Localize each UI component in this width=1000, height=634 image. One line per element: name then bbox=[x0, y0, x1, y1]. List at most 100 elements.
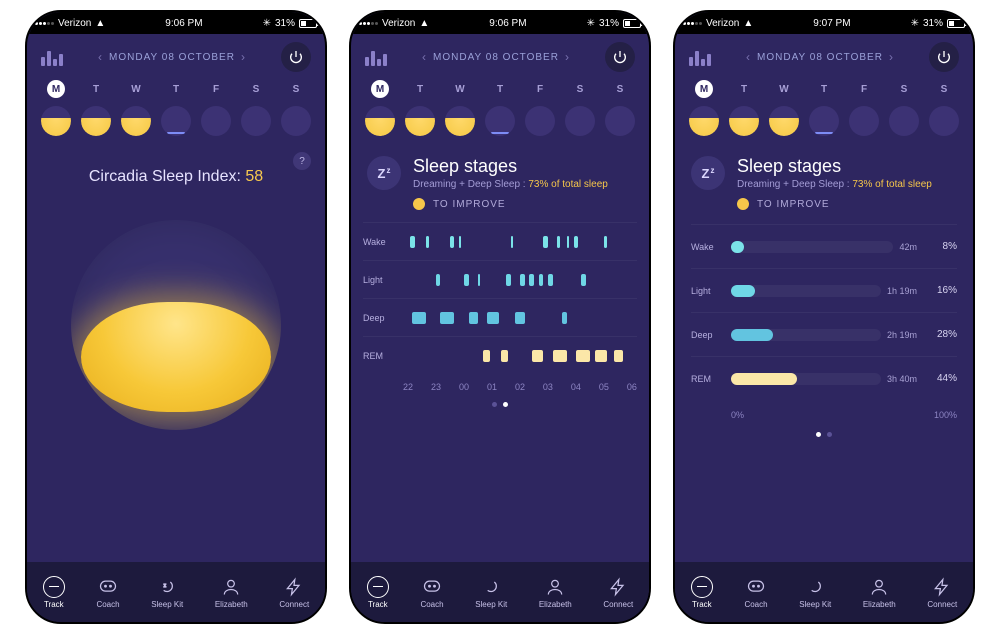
nav-sleepkit[interactable]: Sleep Kit bbox=[799, 576, 831, 609]
sleep-bars-chart[interactable]: Wake 42m 8% Light 1h 19m 16% Deep 2h 19m… bbox=[675, 218, 973, 426]
nav-user[interactable]: Elizabeth bbox=[863, 576, 896, 609]
battery-icon bbox=[623, 19, 641, 28]
date-label: MONDAY 08 OCTOBER bbox=[109, 52, 235, 63]
bottom-nav: Track Coach zSleep Kit Elizabeth Connect bbox=[27, 562, 325, 622]
day-mon[interactable]: M bbox=[365, 80, 395, 98]
day-sun[interactable]: S bbox=[605, 80, 635, 98]
weekday-row: M T W T F S S bbox=[27, 76, 325, 100]
power-button[interactable] bbox=[929, 42, 959, 72]
day-thu[interactable]: T bbox=[161, 80, 191, 98]
moon-icon bbox=[365, 106, 395, 136]
chevron-right-icon[interactable]: › bbox=[565, 50, 570, 64]
sleep-icon: Zz bbox=[367, 156, 401, 190]
moon-icon bbox=[241, 106, 271, 136]
bluetooth-icon: ✳ bbox=[263, 18, 271, 29]
moon-icon bbox=[201, 106, 231, 136]
date-label: MONDAY 08 OCTOBER bbox=[433, 52, 559, 63]
pager-dots[interactable] bbox=[675, 426, 973, 443]
stats-icon[interactable] bbox=[689, 48, 711, 66]
moon-icon bbox=[605, 106, 635, 136]
wifi-icon: ▲ bbox=[95, 18, 105, 29]
pager-dots[interactable] bbox=[351, 396, 649, 413]
chevron-right-icon[interactable]: › bbox=[241, 50, 246, 64]
moons-row bbox=[675, 100, 973, 146]
tl-label-rem: REM bbox=[363, 351, 403, 361]
stages-subtitle: Dreaming + Deep Sleep : 73% of total sle… bbox=[737, 179, 932, 190]
nav-coach[interactable]: Coach bbox=[96, 576, 119, 609]
weekday-row: M T W T F S S bbox=[675, 76, 973, 100]
moon-icon bbox=[889, 106, 919, 136]
signal-icon bbox=[359, 22, 378, 25]
stages-title: Sleep stages bbox=[413, 156, 608, 177]
day-fri[interactable]: F bbox=[525, 80, 555, 98]
phone-screen-2: Verizon ▲ 9:06 PM ✳ 31% ‹ MONDAY 08 OCTO… bbox=[349, 10, 651, 624]
day-sat[interactable]: S bbox=[241, 80, 271, 98]
nav-coach[interactable]: Coach bbox=[744, 576, 767, 609]
status-bar: Verizon ▲ 9:07 PM ✳ 31% bbox=[675, 12, 973, 34]
tl-label-light: Light bbox=[363, 275, 403, 285]
nav-user[interactable]: Elizabeth bbox=[215, 576, 248, 609]
clock: 9:07 PM bbox=[813, 18, 850, 29]
day-sat[interactable]: S bbox=[565, 80, 595, 98]
moon-icon bbox=[689, 106, 719, 136]
stats-icon[interactable] bbox=[365, 48, 387, 66]
bar-row-wake: Wake 42m 8% bbox=[691, 224, 957, 268]
day-thu[interactable]: T bbox=[809, 80, 839, 98]
nav-user[interactable]: Elizabeth bbox=[539, 576, 572, 609]
nav-track[interactable]: Track bbox=[691, 576, 713, 609]
day-sun[interactable]: S bbox=[281, 80, 311, 98]
nav-track[interactable]: Track bbox=[43, 576, 65, 609]
day-mon[interactable]: M bbox=[41, 80, 71, 98]
nav-sleepkit[interactable]: Sleep Kit bbox=[475, 576, 507, 609]
day-fri[interactable]: F bbox=[849, 80, 879, 98]
date-navigator[interactable]: ‹ MONDAY 08 OCTOBER › bbox=[746, 50, 894, 64]
day-sun[interactable]: S bbox=[929, 80, 959, 98]
chevron-right-icon[interactable]: › bbox=[889, 50, 894, 64]
day-thu[interactable]: T bbox=[485, 80, 515, 98]
nav-connect[interactable]: Connect bbox=[279, 576, 309, 609]
day-wed[interactable]: W bbox=[121, 80, 151, 98]
moon-icon bbox=[81, 106, 111, 136]
improve-badge: TO IMPROVE bbox=[413, 198, 608, 210]
power-button[interactable] bbox=[281, 42, 311, 72]
moon-icon bbox=[161, 106, 191, 136]
day-mon[interactable]: M bbox=[689, 80, 719, 98]
nav-connect[interactable]: Connect bbox=[603, 576, 633, 609]
day-tue[interactable]: T bbox=[729, 80, 759, 98]
battery-pct: 31% bbox=[275, 18, 295, 29]
sleep-index-label: Circadia Sleep Index: 58 bbox=[27, 168, 325, 186]
chevron-left-icon[interactable]: ‹ bbox=[422, 50, 427, 64]
power-button[interactable] bbox=[605, 42, 635, 72]
day-sat[interactable]: S bbox=[889, 80, 919, 98]
tl-label-wake: Wake bbox=[363, 237, 403, 247]
improve-dot-icon bbox=[413, 198, 425, 210]
moon-icon bbox=[281, 106, 311, 136]
chevron-left-icon[interactable]: ‹ bbox=[98, 50, 103, 64]
phone-screen-1: Verizon ▲ 9:06 PM ✳ 31% ‹ MONDAY 08 OCTO… bbox=[25, 10, 327, 624]
moon-icon bbox=[525, 106, 555, 136]
date-navigator[interactable]: ‹ MONDAY 08 OCTOBER › bbox=[98, 50, 246, 64]
moons-row bbox=[351, 100, 649, 146]
day-fri[interactable]: F bbox=[201, 80, 231, 98]
chevron-left-icon[interactable]: ‹ bbox=[746, 50, 751, 64]
moon-icon bbox=[41, 106, 71, 136]
nav-sleepkit[interactable]: zSleep Kit bbox=[151, 576, 183, 609]
nav-connect[interactable]: Connect bbox=[927, 576, 957, 609]
day-wed[interactable]: W bbox=[445, 80, 475, 98]
day-tue[interactable]: T bbox=[81, 80, 111, 98]
day-tue[interactable]: T bbox=[405, 80, 435, 98]
date-label: MONDAY 08 OCTOBER bbox=[757, 52, 883, 63]
nav-coach[interactable]: Coach bbox=[420, 576, 443, 609]
stats-icon[interactable] bbox=[41, 48, 63, 66]
day-wed[interactable]: W bbox=[769, 80, 799, 98]
moon-icon bbox=[769, 106, 799, 136]
signal-icon bbox=[683, 22, 702, 25]
date-navigator[interactable]: ‹ MONDAY 08 OCTOBER › bbox=[422, 50, 570, 64]
big-moon-icon bbox=[71, 220, 281, 430]
battery-pct: 31% bbox=[599, 18, 619, 29]
sleep-timeline-chart[interactable]: Wake Light Deep REM 222300010203040506 bbox=[351, 218, 649, 396]
bar-row-light: Light 1h 19m 16% bbox=[691, 268, 957, 312]
moon-icon bbox=[445, 106, 475, 136]
help-button[interactable]: ? bbox=[293, 152, 311, 170]
nav-track[interactable]: Track bbox=[367, 576, 389, 609]
